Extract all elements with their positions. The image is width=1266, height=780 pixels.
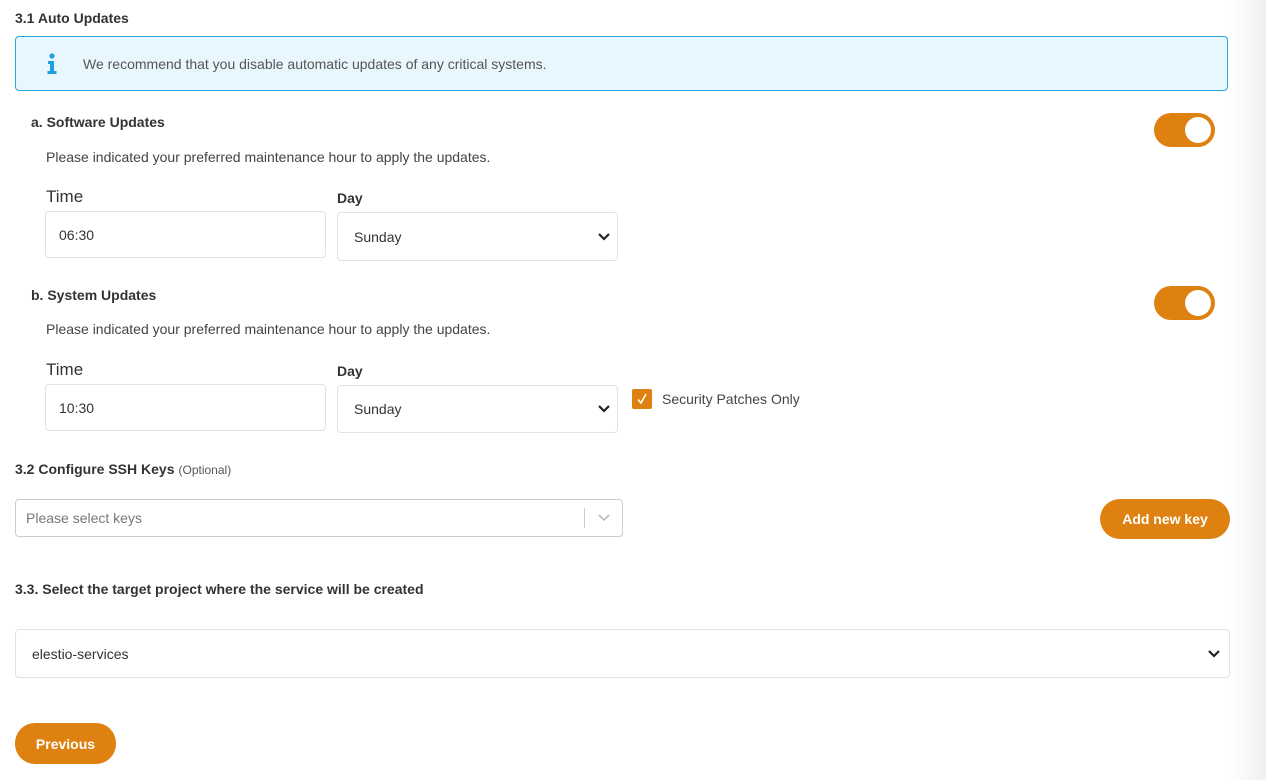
security-patches-option[interactable]: Security Patches Only — [632, 389, 800, 409]
chevron-down-icon — [597, 232, 611, 242]
system-time-input[interactable]: 10:30 — [45, 384, 326, 431]
system-time-label: Time — [46, 360, 84, 379]
software-updates-toggle[interactable] — [1154, 113, 1215, 147]
info-alert-message: We recommend that you disable automatic … — [83, 55, 547, 72]
ssh-keys-select[interactable]: Please select keys — [15, 499, 623, 537]
system-updates-heading: b. System Updates — [31, 287, 157, 303]
add-new-key-button[interactable]: Add new key — [1100, 499, 1230, 539]
page-edge-shadow — [1230, 0, 1266, 780]
system-day-select[interactable]: Sunday — [337, 385, 618, 433]
auto-updates-heading: 3.1 Auto Updates — [15, 10, 129, 26]
software-day-select[interactable]: Sunday — [337, 212, 618, 261]
target-project-value: elestio-services — [32, 645, 129, 662]
system-day-label: Day — [337, 363, 363, 379]
toggle-knob — [1185, 117, 1211, 143]
target-project-heading: 3.3. Select the target project where the… — [15, 581, 424, 597]
software-day-value: Sunday — [354, 228, 402, 245]
security-patches-label: Security Patches Only — [662, 391, 800, 407]
system-updates-hint: Please indicated your preferred maintena… — [46, 321, 491, 337]
ssh-keys-title: 3.2 Configure SSH Keys — [15, 461, 175, 477]
security-patches-checkbox[interactable] — [632, 389, 652, 409]
target-project-select[interactable]: elestio-services — [15, 629, 1230, 678]
chevron-down-icon[interactable] — [585, 513, 622, 523]
chevron-down-icon — [1207, 649, 1221, 659]
info-icon — [46, 52, 58, 75]
checkmark-icon — [637, 393, 647, 405]
ssh-keys-placeholder: Please select keys — [26, 510, 142, 526]
system-updates-toggle[interactable] — [1154, 286, 1215, 320]
software-updates-hint: Please indicated your preferred maintena… — [46, 149, 491, 165]
software-updates-heading: a. Software Updates — [31, 114, 165, 130]
chevron-down-icon — [597, 404, 611, 414]
software-time-label: Time — [46, 187, 84, 206]
optional-label: (Optional) — [178, 463, 232, 477]
software-time-input[interactable]: 06:30 — [45, 211, 326, 258]
ssh-keys-heading: 3.2 Configure SSH Keys (Optional) — [15, 461, 231, 477]
previous-button[interactable]: Previous — [15, 723, 116, 764]
toggle-knob — [1185, 290, 1211, 316]
info-alert: We recommend that you disable automatic … — [15, 36, 1228, 91]
system-day-value: Sunday — [354, 401, 402, 417]
software-day-label: Day — [337, 190, 363, 206]
